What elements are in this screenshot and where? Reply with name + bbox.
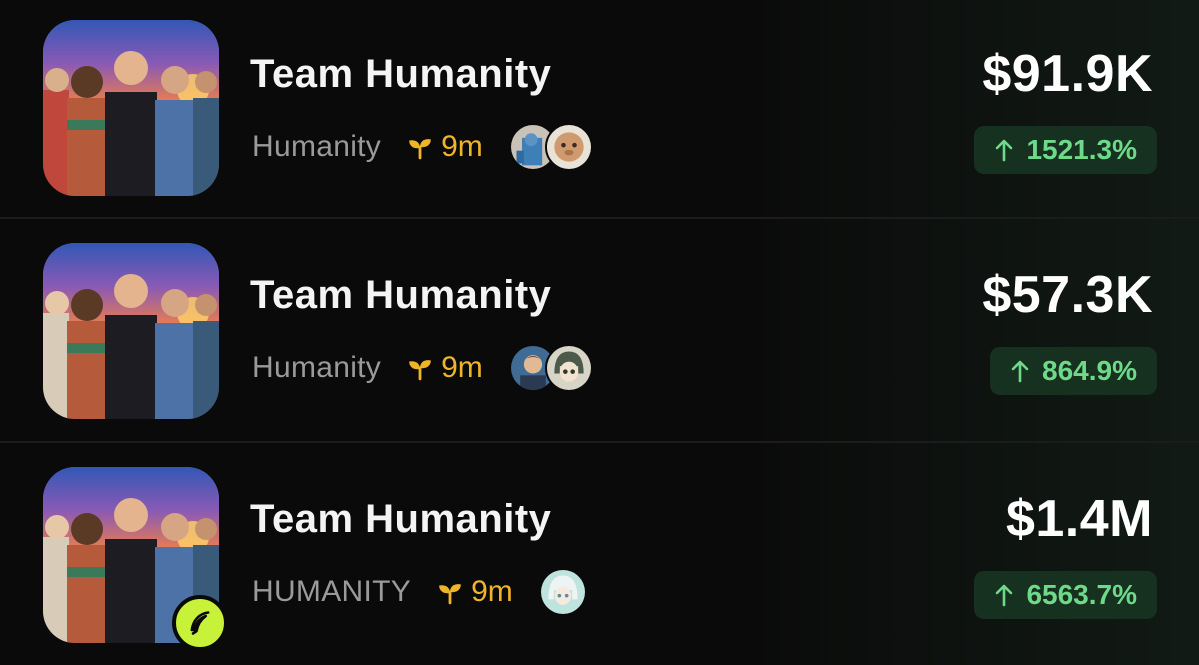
token-row[interactable]: Team Humanity Humanity 9m $57.3K 864.9% (0, 221, 1199, 443)
price-change-value: 864.9% (1042, 355, 1137, 386)
price-change-badge: 1521.3% (974, 126, 1157, 174)
market-cap: $57.3K (982, 266, 1153, 324)
anime-white-hair-avatar[interactable] (538, 568, 587, 616)
sprout-icon (409, 139, 431, 160)
platform-badge (172, 595, 228, 651)
token-row[interactable]: Team Humanity HUMANITY 9m $1.4M 6563.7% (0, 445, 1199, 665)
arrow-up-icon (996, 139, 1013, 162)
token-age: 9m (407, 351, 483, 385)
token-age-value: 9m (441, 351, 483, 384)
market-cap: $1.4M (1005, 490, 1153, 548)
anime-girl-avatar[interactable] (544, 344, 593, 392)
token-meta: Humanity 9m (252, 344, 593, 392)
holder-avatars[interactable] (508, 344, 593, 392)
token-name: Team Humanity (250, 273, 552, 317)
token-age: 9m (407, 130, 483, 164)
arrow-up-icon (996, 584, 1013, 607)
clay-face-avatar[interactable] (544, 123, 593, 171)
token-image (43, 243, 219, 419)
token-ticker: HUMANITY (252, 575, 412, 608)
token-name: Team Humanity (250, 52, 552, 96)
holder-avatars[interactable] (538, 568, 587, 616)
token-meta: HUMANITY 9m (252, 568, 587, 616)
token-ticker: Humanity (252, 130, 382, 163)
token-age: 9m (437, 575, 513, 609)
token-age-value: 9m (441, 130, 483, 163)
token-image (43, 20, 219, 196)
sprout-icon (439, 584, 461, 605)
market-cap: $91.9K (982, 45, 1153, 103)
token-meta: Humanity 9m (252, 123, 593, 171)
token-ticker: Humanity (252, 351, 382, 384)
price-change-value: 1521.3% (1026, 134, 1137, 165)
token-age-value: 9m (471, 575, 513, 608)
price-change-badge: 864.9% (990, 347, 1157, 395)
feather-pen-icon (190, 611, 210, 635)
sprout-icon (409, 360, 431, 381)
token-name: Team Humanity (250, 497, 552, 541)
holder-avatars[interactable] (508, 123, 593, 171)
price-change-badge: 6563.7% (974, 571, 1157, 619)
token-list: Team Humanity Humanity 9m $91.9K 1521.3%… (0, 0, 1199, 665)
price-change-value: 6563.7% (1026, 579, 1137, 610)
token-row[interactable]: Team Humanity Humanity 9m $91.9K 1521.3% (0, 0, 1199, 219)
arrow-up-icon (1011, 360, 1029, 383)
